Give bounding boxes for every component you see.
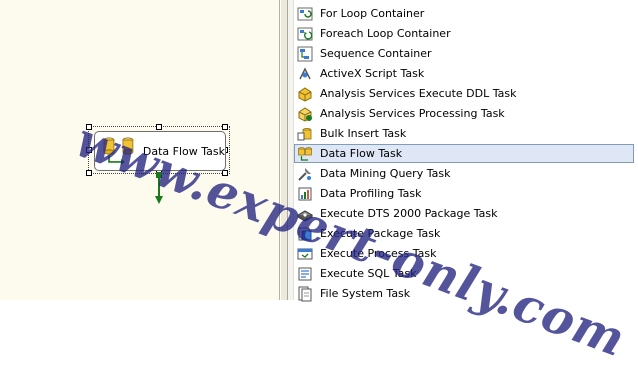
- file-system-task-icon: [298, 286, 312, 301]
- toolbox-item-label: For Loop Container: [320, 7, 425, 20]
- toolbox-item-label: Execute Package Task: [320, 227, 441, 240]
- toolbox-item-execute-dts-2000-package-task[interactable]: Execute DTS 2000 Package Task: [294, 204, 634, 223]
- toolbox-item-sequence-container[interactable]: Sequence Container: [294, 44, 634, 63]
- panel-splitter[interactable]: [280, 0, 288, 300]
- toolbox-item-label: Sequence Container: [320, 47, 432, 60]
- data-flow-task-icon: [298, 146, 312, 161]
- toolbox-item-label: Analysis Services Execute DDL Task: [320, 87, 517, 100]
- toolbox-item-label: Execute SQL Task: [320, 267, 417, 280]
- data-mining-query-task-icon: [298, 167, 311, 181]
- for-loop-container-icon: [297, 7, 313, 20]
- toolbox-item-execute-sql-task[interactable]: Execute SQL Task: [294, 264, 634, 283]
- data-profiling-task-icon: [298, 187, 312, 200]
- resize-handle-bottom-left[interactable]: [86, 170, 92, 176]
- toolbox-item-analysis-services-execute-ddl-task[interactable]: Analysis Services Execute DDL Task: [294, 84, 634, 103]
- toolbox-item-label: Data Profiling Task: [320, 187, 422, 200]
- toolbox-item-for-loop-container[interactable]: For Loop Container: [294, 4, 634, 23]
- toolbox-item-analysis-services-processing-task[interactable]: Analysis Services Processing Task: [294, 104, 634, 123]
- execute-package-task-icon: [298, 227, 312, 240]
- toolbox-item-label: Foreach Loop Container: [320, 27, 451, 40]
- data-flow-task-label: Data Flow Task: [142, 144, 225, 158]
- data-flow-task-shape[interactable]: Data Flow Task: [94, 131, 226, 171]
- toolbox-item-file-system-task[interactable]: File System Task: [294, 284, 634, 303]
- toolbox-item-activex-script-task[interactable]: ActiveX Script Task: [294, 64, 634, 83]
- toolbox-item-label: Execute Process Task: [320, 247, 437, 260]
- bulk-insert-task-icon: [297, 127, 312, 140]
- control-flow-designer[interactable]: Data Flow Task: [0, 0, 280, 300]
- toolbox-item-label: Execute DTS 2000 Package Task: [320, 207, 498, 220]
- data-flow-task-icon: [103, 137, 134, 165]
- toolbox-item-label: Analysis Services Processing Task: [320, 107, 505, 120]
- sequence-container-icon: [297, 46, 313, 61]
- analysis-services-processing-icon: [298, 106, 312, 122]
- toolbox-item-data-mining-query-task[interactable]: Data Mining Query Task: [294, 164, 634, 183]
- toolbox-item-label: Data Mining Query Task: [320, 167, 451, 180]
- execute-sql-task-icon: [298, 267, 312, 280]
- resize-handle-top-right[interactable]: [222, 124, 228, 130]
- toolbox-item-bulk-insert-task[interactable]: Bulk Insert Task: [294, 124, 634, 143]
- toolbox-item-label: Bulk Insert Task: [320, 127, 407, 140]
- toolbox-item-execute-process-task[interactable]: Execute Process Task: [294, 244, 634, 263]
- toolbox-item-data-flow-task[interactable]: Data Flow Task: [294, 144, 634, 163]
- execute-dts-2000-package-icon: [297, 209, 313, 222]
- resize-handle-middle-left[interactable]: [86, 147, 92, 153]
- precedence-constraint-arrow[interactable]: [154, 172, 164, 206]
- execute-process-task-icon: [297, 248, 313, 259]
- resize-handle-bottom-right[interactable]: [222, 170, 228, 176]
- toolbox-item-data-profiling-task[interactable]: Data Profiling Task: [294, 184, 634, 203]
- data-flow-task-selection[interactable]: Data Flow Task: [86, 124, 230, 176]
- toolbox-item-foreach-loop-container[interactable]: Foreach Loop Container: [294, 24, 634, 43]
- analysis-services-ddl-icon: [298, 86, 312, 102]
- toolbox-item-execute-package-task[interactable]: Execute Package Task: [294, 224, 634, 243]
- toolbox-item-label: ActiveX Script Task: [320, 67, 425, 80]
- toolbox-item-label: File System Task: [320, 287, 411, 300]
- activex-script-task-icon: [299, 66, 311, 79]
- toolbox-item-label: Data Flow Task: [320, 147, 403, 160]
- resize-handle-top-left[interactable]: [86, 124, 92, 130]
- resize-handle-top-middle[interactable]: [156, 124, 162, 130]
- toolbox-panel: For Loop Container Foreach Loop Container…: [288, 0, 638, 303]
- foreach-loop-container-icon: [297, 27, 313, 40]
